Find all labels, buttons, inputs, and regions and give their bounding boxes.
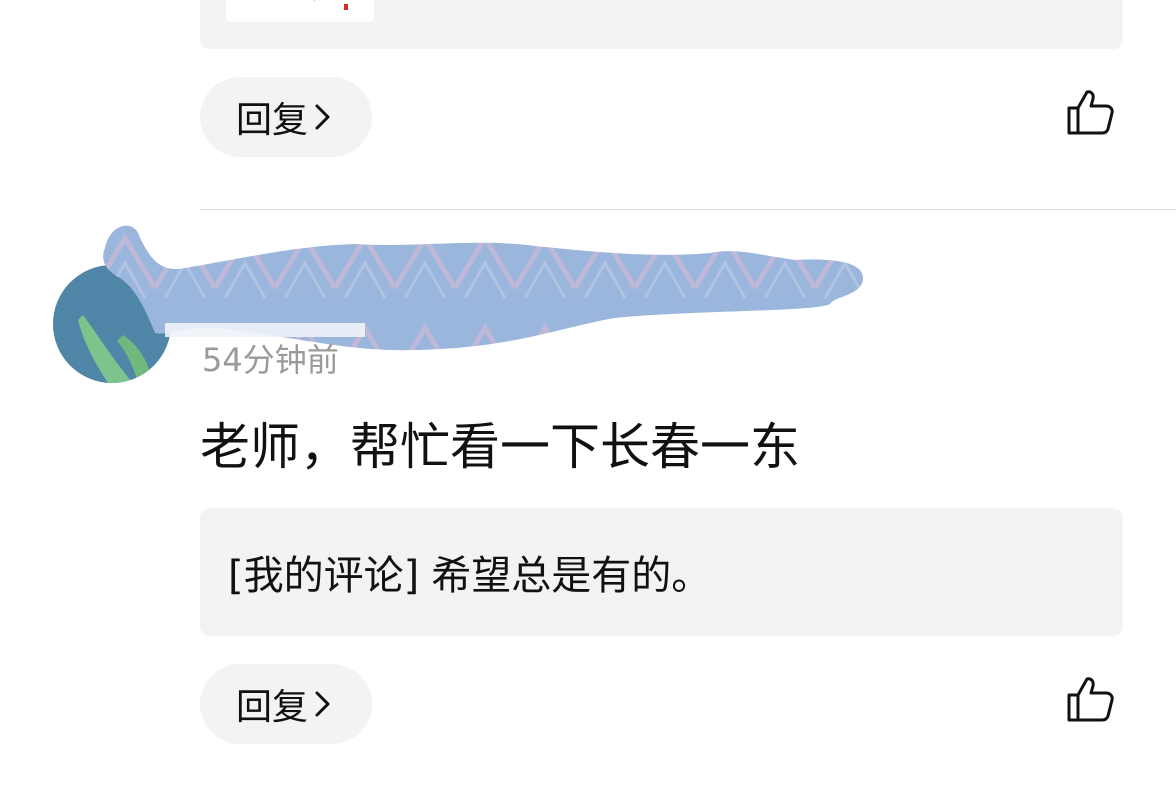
like-button[interactable] [1062,673,1118,729]
redacted-username-scribble [95,218,870,358]
reply-button-label: 回复 [235,100,308,141]
comment-timestamp: 54分钟前 [202,341,339,379]
previous-comment-thumbnail[interactable] [226,0,374,22]
reply-button[interactable]: 回复 [200,77,372,157]
like-button[interactable] [1062,86,1118,142]
chevron-right-icon [314,102,332,132]
chevron-right-icon [314,689,332,719]
thumbs-up-icon [1065,87,1115,141]
my-comment-quote-box: [我的评论] 希望总是有的。 [200,508,1123,636]
reply-button-label: 回复 [235,687,308,728]
my-comment-text: 希望总是有的。 [431,553,712,599]
my-comment-prefix: [我的评论] [228,553,420,599]
comment-divider [200,209,1176,210]
reply-button[interactable]: 回复 [200,664,372,744]
thumbs-up-icon [1065,674,1115,728]
comment-text: 老师，帮忙看一下长春一东 [200,418,800,476]
